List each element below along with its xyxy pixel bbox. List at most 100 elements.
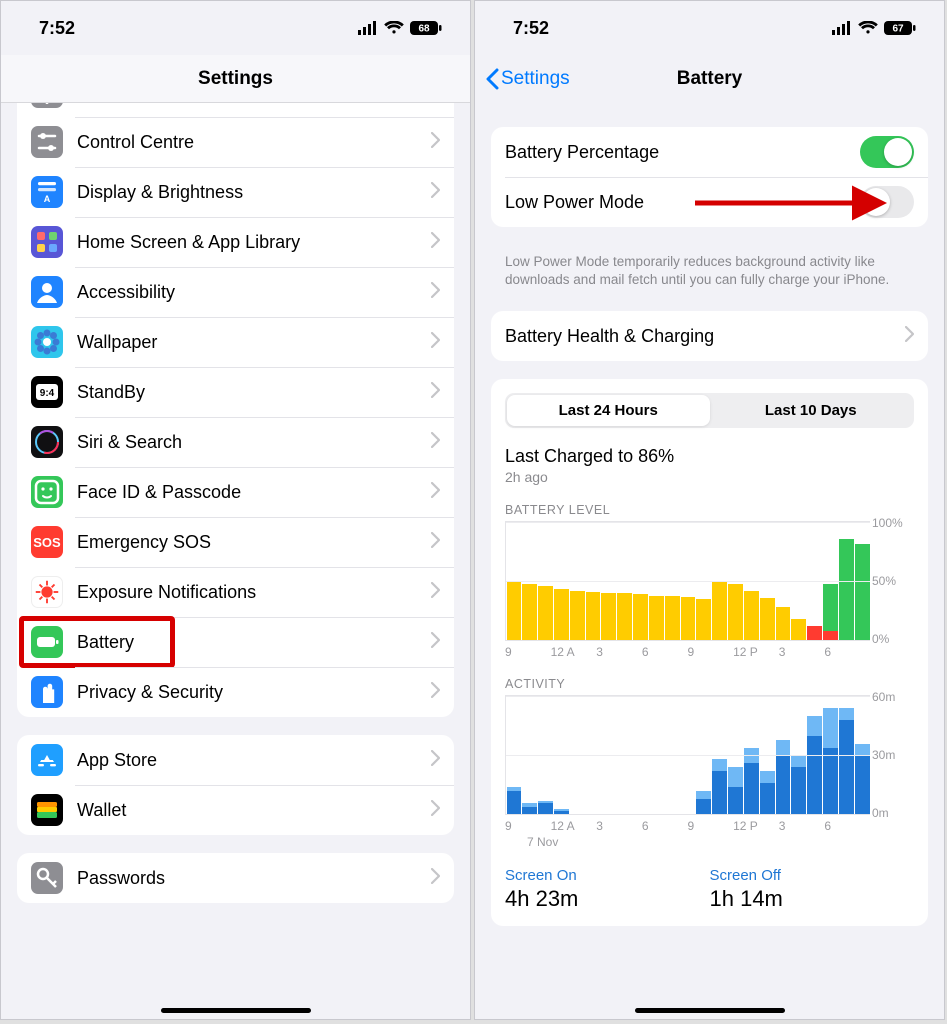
battery-content[interactable]: Battery Percentage Low Power Mode Low Pow… xyxy=(475,103,944,1019)
row-label: Siri & Search xyxy=(77,432,431,453)
row-label: Accessibility xyxy=(77,282,431,303)
settings-row-sun[interactable]: A Display & Brightness xyxy=(17,167,454,217)
cellular-icon xyxy=(358,21,378,35)
settings-row-hand[interactable]: Privacy & Security xyxy=(17,667,454,717)
battery-icon xyxy=(31,626,63,658)
usage-stats: Screen On 4h 23m Screen Off 1h 14m xyxy=(505,867,914,912)
row-label: Battery xyxy=(77,632,431,653)
row-label: Emergency SOS xyxy=(77,532,431,553)
battery-level-chart: 100% 50% 0% xyxy=(505,521,870,641)
settings-row-grid[interactable]: Home Screen & App Library xyxy=(17,217,454,267)
low-power-mode-row[interactable]: Low Power Mode xyxy=(491,177,928,227)
low-power-mode-toggle[interactable] xyxy=(860,186,914,218)
status-bar: 7:52 67 xyxy=(475,1,944,55)
segment-10d[interactable]: Last 10 Days xyxy=(710,395,913,426)
settings-row-battery[interactable]: Battery xyxy=(17,617,454,667)
settings-screen: 7:52 68 Settings General Control Centre AD… xyxy=(0,0,471,1020)
settings-list[interactable]: General Control Centre A Display & Brightne… xyxy=(1,103,470,1019)
x-axis-activity: 912 A36912 P36 xyxy=(505,819,870,833)
navbar: Settings xyxy=(1,55,470,103)
chevron-right-icon xyxy=(431,532,440,553)
settings-row-gear[interactable]: General xyxy=(17,103,454,117)
status-time: 7:52 xyxy=(513,18,549,39)
gear-icon xyxy=(31,103,63,108)
battery-level-label: BATTERY LEVEL xyxy=(505,503,914,517)
status-time: 7:52 xyxy=(39,18,75,39)
y-axis-level: 100% 50% 0% xyxy=(872,516,912,646)
battery-status-icon: 67 xyxy=(884,21,916,35)
cellular-icon xyxy=(832,21,852,35)
settings-row-flower[interactable]: Wallpaper xyxy=(17,317,454,367)
settings-row-sliders[interactable]: Control Centre xyxy=(17,117,454,167)
row-label: App Store xyxy=(77,750,431,771)
row-label: Low Power Mode xyxy=(505,192,860,213)
virus-icon xyxy=(31,576,63,608)
hand-icon xyxy=(31,676,63,708)
wifi-icon xyxy=(858,21,878,35)
screen-on-stat: Screen On 4h 23m xyxy=(505,867,710,912)
home-indicator[interactable] xyxy=(635,1008,785,1013)
segment-24h[interactable]: Last 24 Hours xyxy=(507,395,710,426)
time-range-segmented[interactable]: Last 24 Hours Last 10 Days xyxy=(505,393,914,428)
chevron-right-icon xyxy=(431,332,440,353)
row-label: StandBy xyxy=(77,382,431,403)
row-label: Face ID & Passcode xyxy=(77,482,431,503)
battery-percentage-toggle[interactable] xyxy=(860,136,914,168)
sun-icon: A xyxy=(31,176,63,208)
settings-row-faceid[interactable]: Face ID & Passcode xyxy=(17,467,454,517)
settings-row-appstore[interactable]: App Store xyxy=(17,735,454,785)
screen-off-stat: Screen Off 1h 14m xyxy=(710,867,915,912)
chevron-right-icon xyxy=(431,682,440,703)
chevron-right-icon xyxy=(431,632,440,653)
svg-text:68: 68 xyxy=(418,24,430,35)
siri-icon xyxy=(31,426,63,458)
row-label: Control Centre xyxy=(77,132,431,153)
stat-label: Screen Off xyxy=(710,867,915,884)
chevron-right-icon xyxy=(431,382,440,403)
svg-text:67: 67 xyxy=(892,24,904,35)
sliders-icon xyxy=(31,126,63,158)
battery-screen: 7:52 67 Settings Battery Battery Percent… xyxy=(474,0,945,1020)
svg-text:9:4: 9:4 xyxy=(40,388,55,399)
settings-row-key[interactable]: Passwords xyxy=(17,853,454,903)
row-label: Display & Brightness xyxy=(77,182,431,203)
last-charged-title: Last Charged to 86% xyxy=(505,442,914,467)
chevron-right-icon xyxy=(431,282,440,303)
key-icon xyxy=(31,862,63,894)
stat-value: 4h 23m xyxy=(505,886,710,912)
chevron-left-icon xyxy=(485,68,499,90)
appstore-icon xyxy=(31,744,63,776)
chevron-right-icon xyxy=(431,482,440,503)
battery-percentage-row[interactable]: Battery Percentage xyxy=(491,127,928,177)
chevron-right-icon xyxy=(905,326,914,347)
status-bar: 7:52 68 xyxy=(1,1,470,55)
status-icons: 67 xyxy=(832,21,916,35)
chevron-right-icon xyxy=(431,750,440,771)
x-axis-date: 7 Nov xyxy=(505,835,870,849)
stat-label: Screen On xyxy=(505,867,710,884)
battery-health-row[interactable]: Battery Health & Charging xyxy=(491,311,928,361)
settings-row-wallet[interactable]: Wallet xyxy=(17,785,454,835)
chevron-right-icon xyxy=(431,582,440,603)
back-button[interactable]: Settings xyxy=(485,55,570,103)
home-indicator[interactable] xyxy=(161,1008,311,1013)
page-title: Settings xyxy=(198,68,273,90)
stat-value: 1h 14m xyxy=(710,886,915,912)
settings-row-clock[interactable]: 9:4 StandBy xyxy=(17,367,454,417)
chevron-right-icon xyxy=(431,432,440,453)
person-icon xyxy=(31,276,63,308)
back-label: Settings xyxy=(501,68,570,90)
grid-icon xyxy=(31,226,63,258)
settings-row-sos[interactable]: SOS Emergency SOS xyxy=(17,517,454,567)
battery-status-icon: 68 xyxy=(410,21,442,35)
page-title: Battery xyxy=(677,68,742,90)
settings-row-siri[interactable]: Siri & Search xyxy=(17,417,454,467)
low-power-mode-note: Low Power Mode temporarily reduces backg… xyxy=(475,245,944,289)
navbar: Settings Battery xyxy=(475,55,944,103)
settings-row-person[interactable]: Accessibility xyxy=(17,267,454,317)
x-axis-level: 912 A36912 P36 xyxy=(505,645,870,659)
settings-row-virus[interactable]: Exposure Notifications xyxy=(17,567,454,617)
row-label: Battery Health & Charging xyxy=(505,326,905,347)
sos-icon: SOS xyxy=(31,526,63,558)
chevron-right-icon xyxy=(431,868,440,889)
